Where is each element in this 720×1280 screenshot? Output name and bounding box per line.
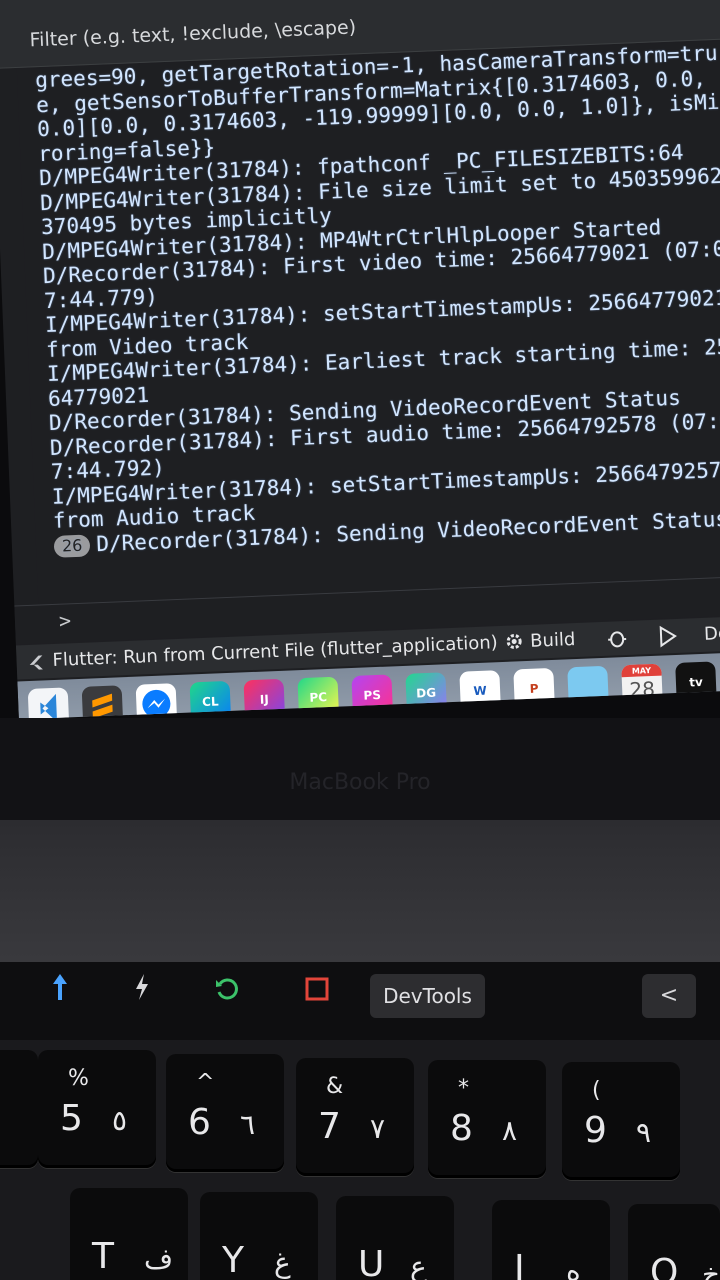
- touch-bar: DevTools <: [0, 962, 720, 1042]
- key-symbol: (: [592, 1078, 601, 1103]
- messenger-icon[interactable]: [135, 683, 178, 720]
- flutter-run-icon: [26, 650, 49, 678]
- laptop-brand: MacBook Pro: [289, 770, 431, 795]
- build-button[interactable]: Build: [530, 629, 576, 652]
- key-arabic: ٦: [240, 1108, 256, 1141]
- photo-scene: Filter (e.g. text, !exclude, \escape) gr…: [0, 0, 720, 1280]
- appletv-label: tv: [688, 674, 704, 690]
- key-letter: U: [358, 1244, 385, 1280]
- key-letter: I: [514, 1248, 525, 1280]
- powerpoint-icon[interactable]: P: [513, 667, 555, 710]
- key-u[interactable]: U ع: [336, 1196, 454, 1280]
- key-o[interactable]: O خ: [628, 1204, 720, 1280]
- key-t[interactable]: T ف: [70, 1188, 188, 1280]
- key-arabic: خ: [702, 1258, 720, 1280]
- phpstorm-icon[interactable]: PS: [351, 674, 393, 717]
- key-digit: 6: [188, 1102, 211, 1143]
- key-7[interactable]: & 7 ٧: [296, 1058, 414, 1176]
- finder-icon[interactable]: [567, 665, 609, 708]
- datagrip-icon[interactable]: DG: [405, 672, 447, 714]
- console-prompt: >: [58, 608, 72, 633]
- hot-reload-icon[interactable]: [40, 972, 80, 1020]
- vscode-icon[interactable]: [27, 687, 70, 720]
- build-gear-icon[interactable]: [504, 631, 525, 657]
- key-arabic: ٩: [636, 1116, 652, 1149]
- touchbar-collapse-button[interactable]: <: [642, 974, 696, 1018]
- devtools-button[interactable]: DevTools: [370, 974, 485, 1018]
- key-symbol: &: [326, 1074, 344, 1099]
- key-digit: 9: [584, 1110, 607, 1151]
- calendar-icon[interactable]: MAY 28: [621, 663, 663, 706]
- key-symbol: *: [458, 1076, 469, 1101]
- run-console[interactable]: grees=90, getTargetRotation=-1, hasCamer…: [16, 40, 720, 609]
- intellij-icon[interactable]: IJ: [243, 678, 286, 720]
- repeat-count-badge: 26: [53, 533, 91, 558]
- pycharm-icon[interactable]: PC: [297, 676, 340, 719]
- stop-icon[interactable]: [292, 972, 342, 1020]
- debug-button[interactable]: Deb: [704, 622, 720, 644]
- word-icon[interactable]: W: [459, 670, 501, 712]
- bug-icon[interactable]: [606, 627, 629, 655]
- key-digit: 8: [450, 1108, 473, 1149]
- key-symbol: ^: [196, 1070, 215, 1095]
- key-8[interactable]: * 8 ٨: [428, 1060, 546, 1178]
- log-output: grees=90, getTargetRotation=-1, hasCamer…: [17, 40, 720, 559]
- restart-icon[interactable]: [205, 972, 249, 1020]
- calendar-day: 28: [628, 676, 656, 702]
- sublime-icon[interactable]: [81, 685, 124, 720]
- key-9[interactable]: ( 9 ٩: [562, 1062, 680, 1180]
- key-4[interactable]: [0, 1050, 38, 1168]
- lightning-icon[interactable]: [122, 972, 162, 1020]
- key-6[interactable]: ^ 6 ٦: [166, 1054, 284, 1172]
- key-letter: Y: [222, 1240, 244, 1280]
- key-arabic: ٧: [370, 1112, 386, 1145]
- key-letter: T: [92, 1236, 114, 1277]
- key-arabic: ع: [410, 1250, 427, 1280]
- appletv-icon[interactable]: tv: [675, 661, 717, 704]
- key-i[interactable]: I ه: [492, 1200, 610, 1280]
- laptop-deck: [0, 820, 720, 970]
- key-symbol: %: [68, 1066, 89, 1091]
- key-letter: O: [650, 1252, 679, 1280]
- ide-screen: Filter (e.g. text, !exclude, \escape) gr…: [0, 0, 720, 720]
- key-arabic: غ: [274, 1246, 291, 1279]
- clion-icon[interactable]: CL: [189, 680, 232, 720]
- key-digit: 5: [60, 1098, 83, 1139]
- key-arabic: ف: [144, 1242, 174, 1275]
- key-5[interactable]: % 5 ٥: [38, 1050, 156, 1168]
- key-y[interactable]: Y غ: [200, 1192, 318, 1280]
- keyboard: % 5 ٥ ^ 6 ٦ & 7 ٧ * 8 ٨ ( 9 ٩ T ف Y غ U …: [0, 1040, 720, 1280]
- key-arabic: ٥: [112, 1104, 128, 1137]
- run-play-icon[interactable]: [658, 625, 679, 653]
- key-digit: 7: [318, 1106, 341, 1147]
- key-arabic: ه: [566, 1254, 581, 1280]
- key-arabic: ٨: [502, 1114, 518, 1147]
